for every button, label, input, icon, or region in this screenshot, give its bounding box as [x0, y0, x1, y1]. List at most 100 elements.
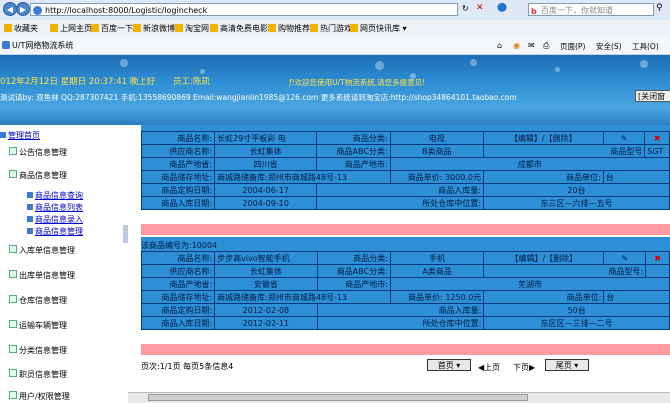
table-row: 供应商名称: 长虹集体 商品ABC分类: A类商品 商品型号:: [140, 264, 670, 278]
order-date-value: 2012-02-08: [214, 303, 318, 317]
unit-label: 商品单位:: [483, 290, 605, 304]
sidebar-item-outbound[interactable]: 出库单信息管理: [9, 270, 75, 281]
favorites-button[interactable]: 收藏夹: [4, 23, 38, 34]
fav-item[interactable]: 上网主页: [50, 23, 92, 34]
sidebar-sub-product-add[interactable]: 商品信息录入: [27, 214, 83, 225]
address-bar-row: ◀ ▶ http://localhost:8000/Logistic/login…: [0, 0, 670, 21]
fav-item[interactable]: 新浪微博: [133, 23, 175, 34]
expand-icon: [9, 270, 17, 278]
expand-icon: [9, 320, 17, 328]
pager-info: 页次:1/1页 每页5条信息4: [141, 362, 234, 371]
print-icon[interactable]: ⎙: [543, 41, 549, 51]
record-separator: [141, 224, 670, 235]
page-icon: [175, 24, 183, 32]
in-date-value: 2004-09-10: [214, 196, 318, 210]
origin-label: 商品产地省:: [140, 277, 216, 291]
fav-item[interactable]: 网页快讯库 ▾: [350, 23, 407, 34]
edit-delete-links[interactable]: 【编辑】/【删除】: [483, 251, 605, 265]
origin-label: 商品产地省:: [140, 157, 216, 171]
city-label: 商品产地市:: [316, 157, 391, 171]
sidebar-item-notice[interactable]: 公告信息管理: [9, 147, 67, 158]
sidebar-sub-product-manage[interactable]: 商品信息管理: [27, 226, 83, 237]
sidebar-home[interactable]: 管理首页: [0, 130, 40, 141]
sidebar-sub-product-list[interactable]: 商品信息列表: [27, 202, 83, 213]
safety-menu[interactable]: 安全(S): [596, 41, 622, 52]
warehouse-label: 所处仓库中位置:: [316, 196, 484, 210]
edit-icon[interactable]: ✎: [603, 251, 647, 265]
expand-icon: [9, 295, 17, 303]
page-menu[interactable]: 页面(P): [560, 41, 585, 52]
model-label: 商品型号:: [483, 264, 647, 278]
sidebar-item-product[interactable]: 商品信息管理: [9, 170, 67, 181]
bubble-decoration: [640, 60, 648, 68]
city-value: 芜湖市: [389, 277, 670, 291]
supplier-label: 供应商名称:: [140, 264, 216, 278]
stop-icon[interactable]: ✕: [476, 3, 484, 13]
search-input[interactable]: b 百度一下，你就知道: [528, 3, 654, 16]
storage-value: 商城路储备库:郑州市商城路48号-13: [214, 290, 391, 304]
abc-value: B类商品: [389, 144, 484, 158]
warehouse-value: 东三区—六排—五号: [482, 196, 670, 210]
product-name-value: 长虹29寸平板彩 电: [214, 131, 318, 145]
delete-icon[interactable]: ✖: [645, 251, 670, 265]
expand-icon: [9, 345, 17, 353]
edit-icon[interactable]: ✎: [602, 131, 646, 145]
price-label: 商品单价: 1250.0元: [389, 290, 485, 304]
fav-item[interactable]: 购物推荐: [268, 23, 310, 34]
fav-item[interactable]: 淘宝网: [175, 23, 209, 34]
expand-icon: [9, 391, 17, 399]
page-icon: [210, 24, 218, 32]
sidebar-item-category[interactable]: 分类信息管理: [9, 345, 67, 356]
expand-icon: [9, 147, 17, 155]
site-banner: [0, 55, 670, 125]
record-title: 该商品编号为:10004: [141, 241, 218, 250]
last-page-button[interactable]: 尾页 ▾: [545, 359, 589, 371]
search-icon[interactable]: ⚲: [656, 3, 663, 13]
model-value: SGT: [644, 144, 670, 158]
url-input[interactable]: http://localhost:8000/Logistic/loginchec…: [30, 3, 458, 16]
prev-page-link[interactable]: ◀上页: [478, 362, 500, 373]
record-separator: [141, 344, 670, 355]
fav-item[interactable]: 百度一下: [91, 23, 133, 34]
url-text: http://localhost:8000/Logistic/loginchec…: [45, 6, 208, 15]
sidebar-item-user[interactable]: 用户/权限管理: [9, 391, 70, 402]
collapse-icon: [9, 170, 17, 178]
sidebar-item-staff[interactable]: 职员信息管理: [9, 369, 67, 380]
horizontal-scrollbar[interactable]: [128, 392, 670, 403]
page-icon: [350, 24, 358, 32]
category-value: 电视: [389, 131, 484, 145]
first-page-button[interactable]: 首页 ▾: [427, 359, 471, 371]
price-value: 1250.0元: [445, 292, 482, 302]
home-icon[interactable]: ⌂: [497, 41, 502, 50]
rss-icon[interactable]: ◉: [513, 41, 520, 50]
unit-value: 台: [602, 170, 670, 184]
in-date-label: 商品入库日期:: [140, 316, 216, 330]
mail-icon[interactable]: ✉: [528, 41, 535, 50]
table-row: 商品产地省: 安徽省 商品产地市: 芜湖市: [140, 277, 670, 291]
browser-tab[interactable]: U/T网络物流系统: [2, 39, 112, 52]
stock-label: 商品入库量:: [316, 183, 484, 197]
abc-label: 商品ABC分类:: [316, 144, 391, 158]
fav-item[interactable]: 高清免费电影: [210, 23, 268, 34]
forward-button[interactable]: ▶: [16, 2, 30, 16]
next-page-link[interactable]: 下页▶: [513, 362, 535, 373]
delete-icon[interactable]: ✖: [644, 131, 670, 145]
fav-item[interactable]: 热门游戏: [310, 23, 352, 34]
sidebar-item-vehicle[interactable]: 运输车辆管理: [9, 320, 67, 331]
scroll-thumb[interactable]: [148, 394, 528, 401]
sidebar-sub-product-query[interactable]: 商品信息查询: [27, 190, 83, 201]
page-icon: [268, 24, 276, 32]
back-button[interactable]: ◀: [3, 2, 17, 16]
edit-delete-links[interactable]: 【编辑】/【删除】: [482, 131, 604, 145]
category-label: 商品分类:: [316, 131, 391, 145]
abc-value: A类商品: [389, 264, 485, 278]
city-label: 商品产地市:: [316, 277, 391, 291]
close-window-button[interactable]: [关闭窗: [635, 90, 670, 102]
bubble-decoration: [375, 61, 384, 70]
tools-menu[interactable]: 工具(O): [632, 41, 659, 52]
storage-value: 商城路储备库:郑州市商城路48号-13: [214, 170, 391, 184]
sidebar-item-inbound[interactable]: 入库单信息管理: [9, 245, 75, 256]
sidebar-item-warehouse[interactable]: 仓库信息管理: [9, 295, 67, 306]
refresh-icon[interactable]: ↻: [462, 4, 469, 13]
model-value: [645, 264, 670, 278]
